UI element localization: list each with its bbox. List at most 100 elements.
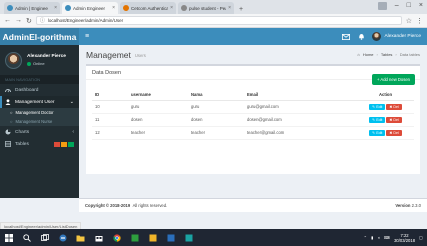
sidebar-subitem-nurse[interactable]: ○ Management Nurse xyxy=(0,117,79,126)
favicon-icon xyxy=(123,5,129,11)
url-field[interactable]: ⓘ localhost/Engineer/admin/Admin/User xyxy=(35,16,402,25)
data-box: Data Dosen + Add new Dosen ID username N… xyxy=(86,64,420,174)
cell-action: ✎ Edit ✖ Del xyxy=(354,113,414,127)
notification-center-icon[interactable]: ▢ xyxy=(419,235,423,240)
cell-action: ✎ Edit ✖ Del xyxy=(354,126,414,140)
volume-icon[interactable]: ◖ xyxy=(377,235,380,240)
user-status: Online xyxy=(27,61,66,66)
cell-email: guru@gmail.com xyxy=(244,100,354,114)
add-new-dosen-button[interactable]: + Add new Dosen xyxy=(372,74,415,85)
col-header-id[interactable]: ID xyxy=(92,90,128,101)
delete-button[interactable]: ✖ Del xyxy=(386,116,402,123)
box-title: Data Dosen xyxy=(92,69,122,76)
system-tray: ⌃ ▮ ◖ ⌨ 7:22 30/03/2018 ▢ xyxy=(364,233,423,243)
table-row: 10 guru guru guru@gmail.com ✎ Edit ✖ Del xyxy=(92,100,414,114)
dashboard-icon xyxy=(5,87,11,93)
sidebar-item-charts[interactable]: Charts ‹ xyxy=(0,126,79,138)
footer-copyright: Copyright © 2018-2019 xyxy=(85,203,131,208)
language-icon[interactable]: ⌨ xyxy=(384,235,390,240)
new-tab-button[interactable]: + xyxy=(236,4,246,14)
label-badges xyxy=(54,141,74,147)
col-header-nama[interactable]: Nama xyxy=(188,90,244,101)
address-bar: ← → ↻ ⓘ localhost/Engineer/admin/Admin/Us… xyxy=(0,14,427,28)
sidebar-item-management-user[interactable]: Management User ⌄ xyxy=(0,96,79,108)
edit-button[interactable]: ✎ Edit xyxy=(369,103,386,110)
browser-tab-active[interactable]: Admin Engineer × xyxy=(62,2,118,14)
close-icon[interactable]: × xyxy=(112,5,115,11)
sidebar-item-dashboard[interactable]: Dashboard xyxy=(0,84,79,96)
browser-tab[interactable]: Cetcom Authenticati × xyxy=(120,2,176,14)
edit-icon: ✎ xyxy=(372,104,376,109)
windows-start-icon[interactable] xyxy=(4,233,13,242)
cell-username: guru xyxy=(128,100,188,114)
edit-icon: ✎ xyxy=(372,130,376,135)
minimize-icon[interactable]: – xyxy=(395,2,399,10)
table-icon xyxy=(5,141,11,147)
search-icon[interactable] xyxy=(22,233,31,242)
forward-icon[interactable]: → xyxy=(15,17,22,24)
taskbar-clock[interactable]: 7:22 30/03/2018 xyxy=(394,233,415,243)
menu-dots-icon[interactable]: ⋮ xyxy=(416,17,423,25)
delete-button[interactable]: ✖ Del xyxy=(386,129,402,136)
sidebar-item-tables[interactable]: Tables xyxy=(0,138,79,150)
app-yellow-icon[interactable] xyxy=(148,233,157,242)
trash-icon: ✖ xyxy=(389,130,393,135)
trash-icon: ✖ xyxy=(389,117,393,122)
edit-button[interactable]: ✎ Edit xyxy=(369,129,386,136)
top-navbar: ≡ Alexander Pierce xyxy=(79,28,427,45)
cell-id: 11 xyxy=(92,113,128,127)
navbar-user-menu[interactable]: Alexander Pierce xyxy=(372,32,421,41)
task-view-icon[interactable] xyxy=(40,233,49,242)
app-blue-icon[interactable] xyxy=(166,233,175,242)
close-icon[interactable]: × xyxy=(228,5,231,11)
page-title: Managemet xyxy=(86,49,131,60)
delete-button[interactable]: ✖ Del xyxy=(386,103,402,110)
close-icon[interactable]: × xyxy=(54,5,57,11)
back-icon[interactable]: ← xyxy=(4,17,11,24)
file-explorer-icon[interactable] xyxy=(76,233,85,242)
cell-email: teacher@gmail.com xyxy=(244,126,354,140)
profile-icon[interactable] xyxy=(377,2,387,10)
favicon-icon xyxy=(7,5,13,11)
maximize-icon[interactable]: □ xyxy=(407,2,411,10)
browser-tab-strip: Admin | Enginee × Admin Engineer × Cetcom … xyxy=(0,0,427,14)
breadcrumb-separator: › xyxy=(376,52,378,57)
favicon-icon xyxy=(65,5,71,11)
bookmark-star-icon[interactable]: ☆ xyxy=(406,17,412,25)
reload-icon[interactable]: ↻ xyxy=(26,17,32,25)
status-url: localhost/Engineer/admin/User/ListDosen xyxy=(0,222,82,229)
breadcrumb-home[interactable]: Home xyxy=(363,52,374,57)
breadcrumb-separator: › xyxy=(395,52,397,57)
browser-tab[interactable]: pulse student - Pearto× xyxy=(178,2,234,14)
chevron-up-icon[interactable]: ⌃ xyxy=(364,235,368,240)
app-teal-icon[interactable] xyxy=(184,233,193,242)
menu-toggle-icon[interactable]: ≡ xyxy=(85,33,89,40)
sidebar-section-header: MAIN NAVIGATION xyxy=(0,75,79,84)
cell-email: dosen@gmail.com xyxy=(244,113,354,127)
breadcrumb-tables[interactable]: Tables xyxy=(381,52,393,57)
edit-button[interactable]: ✎ Edit xyxy=(369,116,386,123)
col-header-username[interactable]: username xyxy=(128,90,188,101)
page-footer: Copyright © 2018-2019 All rights reserve… xyxy=(79,198,427,212)
sidebar: AdminEl-gorithma Alexander Pierce Online… xyxy=(0,28,79,198)
brand-logo[interactable]: AdminEl-gorithma xyxy=(0,28,79,45)
badge-red xyxy=(54,141,60,147)
app-green-icon[interactable] xyxy=(130,233,139,242)
notifications-bell-icon[interactable] xyxy=(357,33,365,41)
cell-username: dosen xyxy=(128,113,188,127)
close-icon[interactable]: × xyxy=(170,5,173,11)
chrome-icon[interactable] xyxy=(112,233,121,242)
store-icon[interactable] xyxy=(94,233,103,242)
cell-nama: dosen xyxy=(188,113,244,127)
breadcrumb: ⌂ Home › Tables › Data tables xyxy=(357,52,420,57)
close-window-icon[interactable]: × xyxy=(419,2,423,10)
page-subtitle: Users xyxy=(134,53,146,58)
edge-browser-icon[interactable] xyxy=(58,233,67,242)
browser-tab[interactable]: Admin | Enginee × xyxy=(4,2,60,14)
col-header-email[interactable]: Email xyxy=(244,90,354,101)
messages-icon[interactable] xyxy=(342,33,351,41)
sidebar-subitem-doctor[interactable]: ○ Management Doctor xyxy=(0,108,79,117)
users-icon xyxy=(5,99,11,105)
network-icon[interactable]: ▮ xyxy=(371,235,373,240)
chevron-down-icon: ⌄ xyxy=(69,99,74,105)
